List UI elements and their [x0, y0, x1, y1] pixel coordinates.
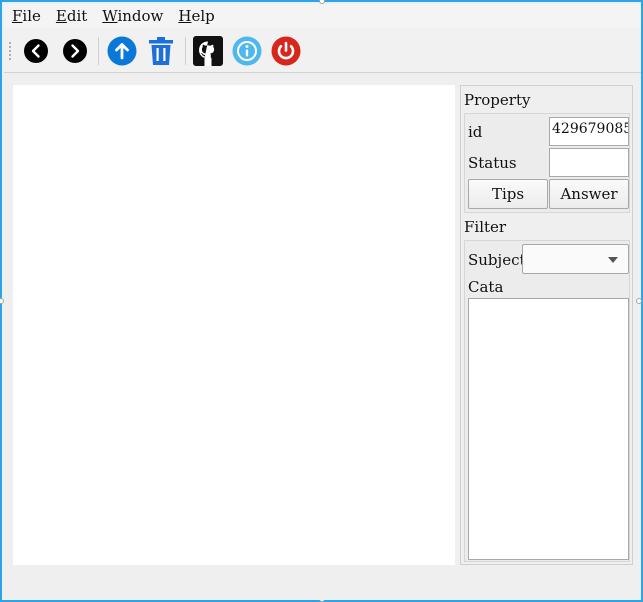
- trash-icon: [149, 37, 173, 65]
- delete-button[interactable]: [145, 35, 177, 67]
- power-icon: [271, 36, 301, 66]
- toolbar: [4, 29, 641, 73]
- id-field[interactable]: 429679085: [549, 117, 629, 146]
- github-button[interactable]: [192, 35, 224, 67]
- menu-help[interactable]: Help: [178, 7, 214, 25]
- forward-button[interactable]: [59, 35, 91, 67]
- menu-file-label: ile: [22, 7, 41, 25]
- menu-help-label: elp: [191, 7, 215, 25]
- toolbar-separator: [185, 37, 186, 65]
- filter-group: Subject Cata: [464, 240, 630, 562]
- menu-edit-label: dit: [66, 7, 88, 25]
- forward-icon: [63, 39, 87, 63]
- status-bar: [4, 568, 641, 600]
- upload-icon: [107, 36, 137, 66]
- info-button[interactable]: [231, 35, 263, 67]
- cata-list[interactable]: [468, 298, 629, 560]
- filter-title: Filter: [464, 218, 507, 236]
- tips-button[interactable]: Tips: [468, 179, 548, 209]
- status-field[interactable]: [549, 148, 629, 177]
- upload-button[interactable]: [106, 35, 138, 67]
- main-canvas[interactable]: [13, 85, 455, 565]
- github-icon: [193, 36, 223, 66]
- power-button[interactable]: [270, 35, 302, 67]
- cata-label: Cata: [468, 278, 504, 296]
- subject-dropdown[interactable]: [522, 244, 629, 274]
- toolbar-separator: [98, 37, 99, 65]
- menu-window[interactable]: Window: [102, 7, 163, 25]
- answer-button[interactable]: Answer: [549, 179, 629, 209]
- menu-edit-accel: E: [55, 7, 67, 25]
- property-group: id 429679085 Status Tips Answer: [464, 113, 630, 213]
- status-label: Status: [468, 154, 517, 172]
- subject-label: Subject: [468, 251, 526, 269]
- resize-handle-left[interactable]: [0, 298, 4, 304]
- main-window: File Edit Window Help Property id 429679…: [0, 0, 643, 602]
- menu-window-label: indow: [117, 7, 164, 25]
- menu-bar: File Edit Window Help: [4, 4, 641, 28]
- resize-handle-right[interactable]: [636, 298, 642, 304]
- menu-file[interactable]: File: [12, 7, 41, 25]
- chevron-down-icon: [608, 257, 618, 263]
- menu-file-accel: F: [12, 7, 23, 25]
- menu-edit[interactable]: Edit: [56, 7, 87, 25]
- info-icon: [232, 36, 262, 66]
- back-icon: [24, 39, 48, 63]
- toolbar-grip[interactable]: [8, 41, 12, 61]
- back-button[interactable]: [20, 35, 52, 67]
- menu-help-accel: H: [178, 7, 192, 25]
- menu-window-accel: W: [102, 7, 118, 25]
- property-title: Property: [464, 91, 531, 109]
- side-panel: Property id 429679085 Status Tips Answer…: [460, 85, 633, 565]
- id-label: id: [468, 123, 483, 141]
